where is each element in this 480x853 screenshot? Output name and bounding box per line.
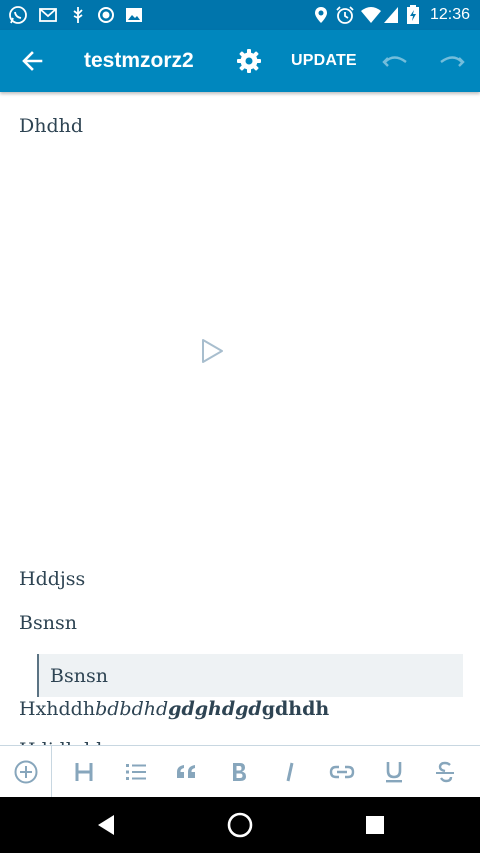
bold-icon[interactable]: [226, 759, 252, 785]
strikethrough-icon[interactable]: [432, 759, 458, 785]
update-button[interactable]: UPDATE: [291, 50, 357, 72]
paragraph-block-partial[interactable]: Hdjdhdd: [19, 737, 102, 745]
status-time: 12:36: [429, 6, 470, 23]
bold-text: gdhdh: [261, 698, 330, 720]
italic-icon[interactable]: [278, 759, 304, 785]
redo-icon[interactable]: [437, 47, 467, 75]
quote-icon[interactable]: [174, 759, 200, 785]
app-bar: testmzorz2 UPDATE: [0, 30, 480, 92]
underline-icon[interactable]: [381, 759, 407, 785]
undo-icon[interactable]: [380, 47, 410, 75]
whatsapp-icon: [9, 6, 27, 24]
signal-icon: [384, 7, 398, 23]
quote-block[interactable]: Bsnsn: [37, 654, 463, 697]
quote-text: Bsnsn: [50, 665, 108, 687]
format-toolbar: [0, 745, 480, 798]
sync-icon: [98, 7, 114, 23]
paragraph-block[interactable]: Dhdhd: [19, 113, 83, 139]
post-title: testmzorz2: [84, 49, 194, 72]
video-block[interactable]: [0, 157, 480, 547]
toolbar-divider: [51, 746, 52, 798]
battery-icon: [407, 5, 419, 24]
system-navigation-bar: [0, 797, 480, 853]
nav-home-icon[interactable]: [226, 811, 254, 839]
status-bar: 12:36: [0, 0, 480, 30]
nav-recents-icon[interactable]: [361, 811, 389, 839]
alarm-icon: [336, 6, 354, 24]
nav-back-icon[interactable]: [92, 811, 120, 839]
formatted-paragraph[interactable]: Hxhddhbdbdhdgdghdgdgdhdh: [19, 696, 329, 722]
list-icon[interactable]: [123, 759, 149, 785]
editor-content[interactable]: Dhdhd Hddjss Bsnsn Bsnsn Hxhddhbdbdhdgdg…: [0, 93, 480, 745]
add-block-icon[interactable]: [13, 759, 39, 785]
link-icon[interactable]: [329, 759, 355, 785]
bold-italic-text: gdghdgd: [168, 698, 262, 720]
regular-text: Hxhddh: [19, 698, 96, 720]
image-icon: [126, 8, 142, 22]
gear-icon[interactable]: [235, 47, 263, 75]
italic-text: bdbdhd: [95, 698, 169, 720]
gmail-icon: [39, 8, 57, 22]
back-arrow-icon[interactable]: [19, 47, 47, 75]
play-icon[interactable]: [198, 337, 226, 365]
paragraph-block[interactable]: Hddjss: [19, 566, 85, 592]
usb-debug-icon: [73, 7, 83, 23]
paragraph-block[interactable]: Bsnsn: [19, 610, 77, 636]
heading-icon[interactable]: [71, 759, 97, 785]
wifi-icon: [361, 7, 381, 23]
location-icon: [315, 7, 327, 23]
